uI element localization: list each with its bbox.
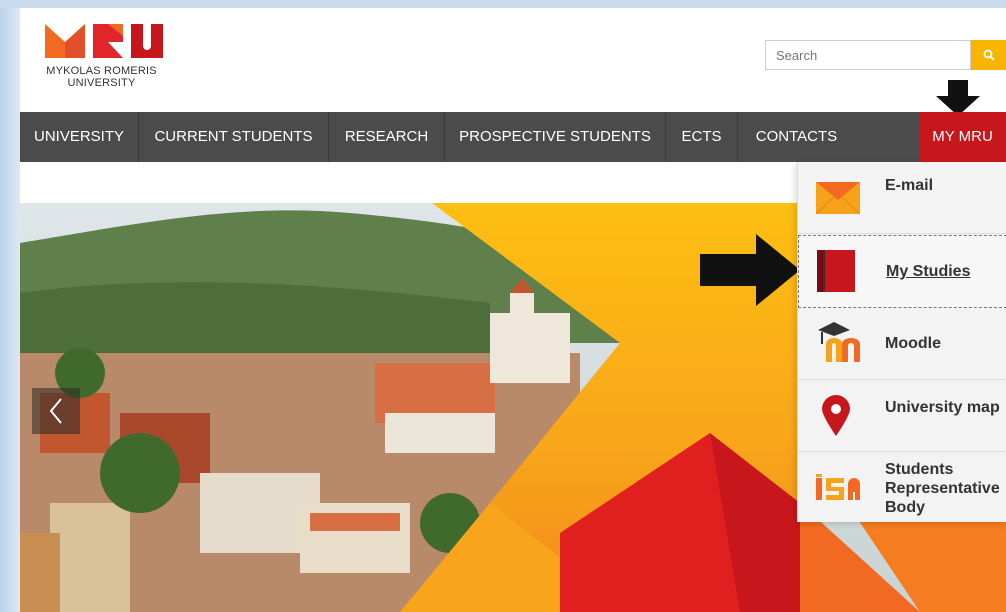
dropdown-item-moodle[interactable]: Moodle bbox=[798, 308, 1006, 380]
search-icon bbox=[983, 49, 995, 61]
my-mru-dropdown: E-mail My Studies Moodle University map … bbox=[797, 162, 1006, 522]
search-button[interactable] bbox=[971, 40, 1006, 70]
logo-text-line2: UNIVERSITY bbox=[67, 77, 136, 89]
logo-text-line1: MYKOLAS ROMERIS bbox=[46, 65, 157, 77]
mru-logo-mark-icon bbox=[45, 24, 163, 58]
dropdown-label-line1: Students bbox=[885, 461, 954, 478]
dropdown-label-university-map: University map bbox=[885, 399, 1000, 416]
dropdown-item-my-studies[interactable]: My Studies bbox=[798, 235, 1006, 308]
isa-logo-icon bbox=[816, 474, 860, 500]
dropdown-item-email[interactable]: E-mail bbox=[798, 162, 1006, 234]
slider-prev-button[interactable] bbox=[32, 388, 80, 434]
nav-item-university[interactable]: UNIVERSITY bbox=[20, 112, 139, 162]
map-pin-icon bbox=[822, 395, 850, 436]
nav-item-research[interactable]: RESEARCH bbox=[329, 112, 445, 162]
dropdown-label-line2: Representative bbox=[885, 480, 1000, 497]
window-frame-left bbox=[0, 0, 20, 612]
book-icon bbox=[817, 250, 855, 292]
window-frame-top bbox=[0, 0, 1006, 8]
nav-item-ects[interactable]: ECTS bbox=[666, 112, 738, 162]
dropdown-label-my-studies: My Studies bbox=[886, 263, 971, 280]
mru-logo[interactable]: MYKOLAS ROMERIS UNIVERSITY bbox=[40, 20, 170, 94]
dropdown-label-email: E-mail bbox=[885, 177, 934, 194]
envelope-icon bbox=[816, 182, 860, 214]
moodle-icon bbox=[818, 322, 860, 362]
nav-item-current-students[interactable]: CURRENT STUDENTS bbox=[139, 112, 329, 162]
nav-item-contacts[interactable]: CONTACTS bbox=[738, 112, 855, 162]
search-input[interactable] bbox=[765, 40, 971, 70]
nav-item-my-mru[interactable]: MY MRU bbox=[919, 112, 1006, 162]
chevron-left-icon bbox=[49, 398, 62, 424]
dropdown-item-university-map[interactable]: University map bbox=[798, 380, 1006, 452]
dropdown-label-moodle: Moodle bbox=[885, 335, 941, 352]
main-nav: UNIVERSITY CURRENT STUDENTS RESEARCH PRO… bbox=[20, 112, 1006, 162]
annotation-arrow-down-icon bbox=[936, 80, 980, 116]
web-page: MYKOLAS ROMERIS UNIVERSITY UNIVERSITY CU… bbox=[20, 8, 1006, 612]
logo-text: MYKOLAS ROMERIS UNIVERSITY bbox=[40, 65, 163, 89]
dropdown-item-students-representative-body[interactable]: Students Representative Body bbox=[798, 452, 1006, 522]
dropdown-label-students-representative-body: Students Representative Body bbox=[885, 460, 1000, 517]
dropdown-label-line3: Body bbox=[885, 499, 925, 516]
nav-item-prospective-students[interactable]: PROSPECTIVE STUDENTS bbox=[445, 112, 666, 162]
annotation-arrow-right-icon bbox=[700, 234, 800, 306]
